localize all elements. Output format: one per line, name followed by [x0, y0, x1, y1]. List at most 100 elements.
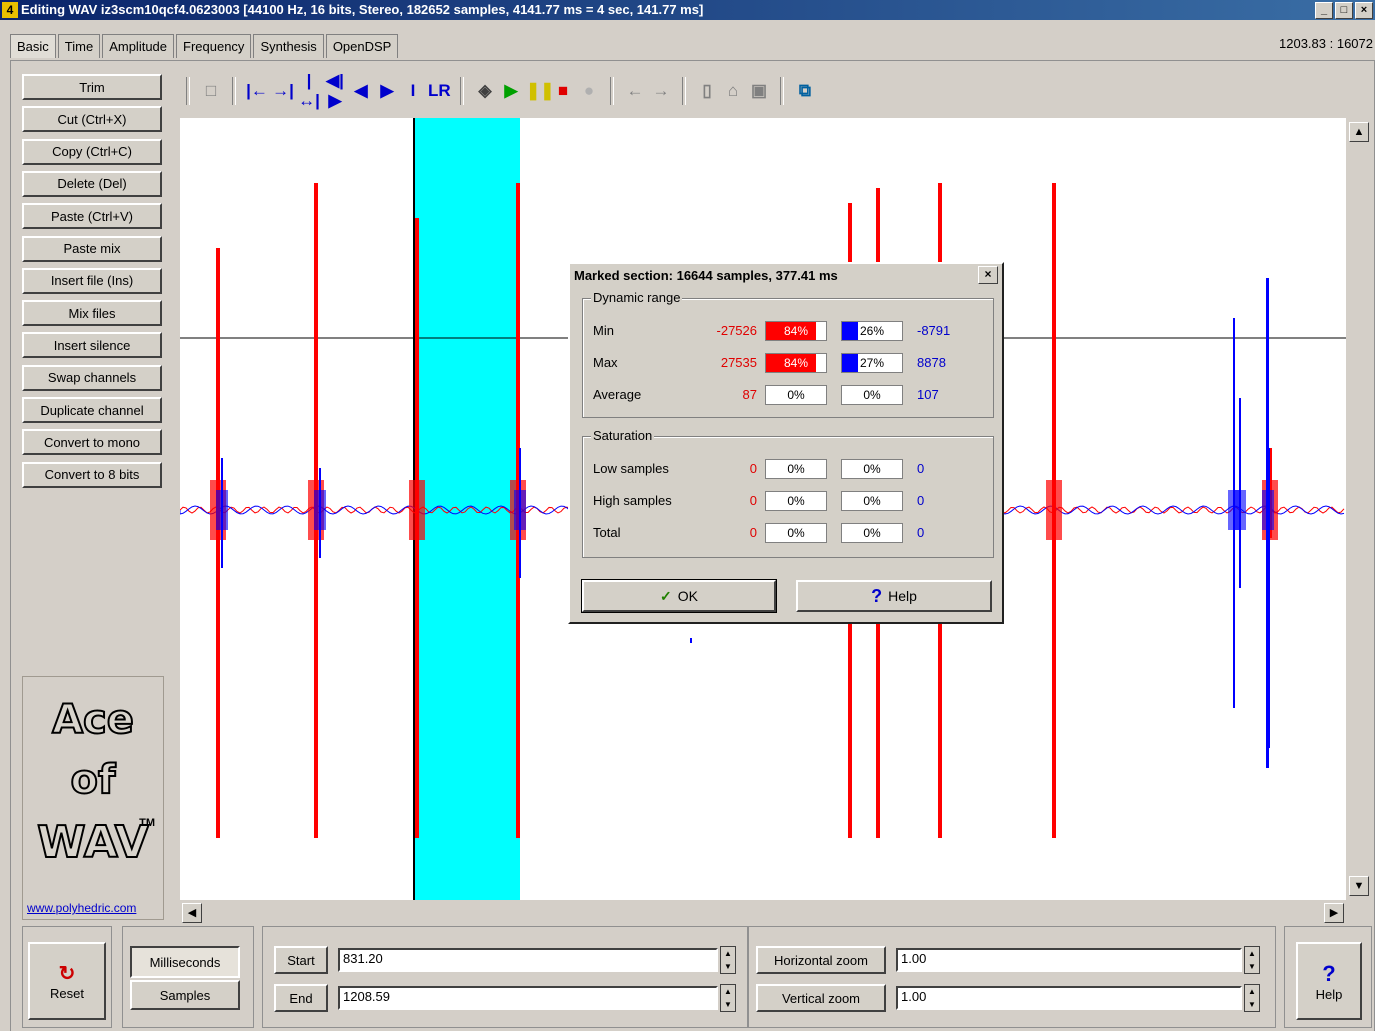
save-file-icon[interactable]: ▣ — [748, 81, 770, 101]
speaker-icon[interactable]: ◈ — [474, 81, 496, 101]
stop-icon[interactable]: ■ — [552, 81, 574, 101]
trim-button[interactable]: Trim — [22, 74, 162, 100]
right-fill — [842, 354, 859, 372]
paste-mix-button[interactable]: Paste mix — [22, 235, 162, 262]
mix-files-button[interactable]: Mix files — [22, 300, 162, 327]
toolbar: □ |← →| |↔| ◀|▶ ◀ ▶ I LR ◈ ▶ ❚❚ ■ ● ← → ▯ ⌂ ▣ ⧉ — [180, 71, 816, 111]
help-icon: ? — [1322, 960, 1336, 986]
cursor-coordinates: 1203.83 : 16072 — [1279, 36, 1373, 51]
dialog-help-button[interactable]: ? Help — [796, 580, 992, 612]
minimize-button[interactable]: _ — [1315, 2, 1333, 19]
left-value: 27535 — [720, 355, 757, 370]
select-all-icon[interactable]: □ — [200, 81, 222, 101]
tab-synthesis[interactable]: Synthesis — [253, 34, 324, 58]
tab-opendsp[interactable]: OpenDSP — [325, 34, 399, 58]
row-label: Low samples — [593, 461, 669, 476]
swap-channels-button[interactable]: Swap channels — [22, 364, 162, 391]
insert-file-button[interactable]: Insert file (Ins) — [22, 267, 162, 294]
prev-marker-icon[interactable]: ◀|▶ — [324, 71, 346, 111]
scroll-left-icon[interactable]: ◀ — [182, 903, 202, 923]
ok-label: OK — [677, 588, 698, 604]
new-file-icon[interactable]: ▯ — [696, 81, 718, 101]
position-group — [262, 926, 748, 1028]
save-as-icon[interactable]: ⧉ — [794, 81, 816, 101]
website-link[interactable]: www.polyhedric.com — [27, 901, 136, 915]
right-percent-bar: 0% — [841, 459, 903, 479]
milliseconds-button[interactable]: Milliseconds — [130, 946, 240, 978]
left-value: 0 — [749, 493, 757, 508]
right-percent-bar: 26% — [841, 321, 903, 341]
go-marker-end-icon[interactable]: |↔| — [298, 71, 320, 111]
right-percent: 26% — [859, 324, 885, 338]
undo-icon[interactable]: ← — [624, 81, 646, 101]
record-icon[interactable]: ● — [578, 81, 600, 101]
horizontal-zoom-button[interactable]: Horizontal zoom — [756, 946, 886, 974]
horizontal-scrollbar[interactable]: ◀ ▶ — [180, 903, 1346, 923]
right-value: 0 — [917, 493, 925, 508]
vertical-scrollbar[interactable]: ▲ ▼ — [1348, 118, 1370, 900]
pause-icon[interactable]: ❚❚ — [526, 81, 555, 101]
blue-transient-body — [1228, 490, 1240, 530]
duplicate-channel-button[interactable]: Duplicate channel — [22, 397, 162, 423]
row-label: Max — [593, 355, 618, 370]
editor-window: 4 Editing WAV iz3scm10qcf4.0623003 [44100… — [0, 0, 1375, 1031]
right-percent: 0% — [863, 388, 881, 402]
samples-button[interactable]: Samples — [130, 980, 240, 1010]
blue-transient-body — [216, 490, 228, 530]
start-button[interactable]: Start — [274, 946, 328, 974]
end-spinner[interactable]: ▲ ▼ — [720, 984, 736, 1012]
tab-amplitude[interactable]: Amplitude — [102, 34, 175, 58]
blue-transient — [690, 638, 692, 643]
saturation-group: Saturation Low samples 0 0% 0% 0 High samples… — [582, 428, 994, 558]
convert-to-8-bits-button[interactable]: Convert to 8 bits — [22, 461, 162, 488]
scroll-down-icon[interactable]: ▼ — [1349, 876, 1369, 896]
scroll-up-icon[interactable]: ▲ — [1349, 122, 1369, 142]
tab-time[interactable]: Time — [57, 34, 101, 58]
step-back-icon[interactable]: ▶ — [376, 81, 398, 101]
window-title: Editing WAV iz3scm10qcf4.0623003 [44100 … — [21, 2, 704, 17]
dialog-close-icon[interactable]: × — [978, 266, 998, 284]
reset-button[interactable]: ↻ Reset — [28, 942, 106, 1020]
row-label: Average — [593, 387, 642, 402]
reset-icon: ↻ — [58, 963, 76, 985]
close-button[interactable]: × — [1355, 2, 1373, 19]
go-start-icon[interactable]: |← — [246, 81, 268, 101]
start-field[interactable]: 831.20 — [338, 948, 718, 972]
left-percent: 0% — [787, 462, 805, 476]
insert-silence-button[interactable]: Insert silence — [22, 332, 162, 359]
play-icon[interactable]: ▶ — [500, 81, 522, 101]
vertical-zoom-spinner[interactable]: ▲ ▼ — [1244, 984, 1260, 1012]
blue-peak-tail — [1268, 448, 1270, 748]
convert-to-mono-button[interactable]: Convert to mono — [22, 429, 162, 456]
horizontal-zoom-spinner[interactable]: ▲ ▼ — [1244, 946, 1260, 974]
toolbar-separator — [780, 77, 784, 105]
delete-button[interactable]: Delete (Del) — [22, 170, 162, 197]
cut-button[interactable]: Cut (Ctrl+X) — [22, 106, 162, 133]
paste-button[interactable]: Paste (Ctrl+V) — [22, 203, 162, 230]
blue-transient-body — [514, 490, 526, 530]
end-button[interactable]: End — [274, 984, 328, 1012]
play-marked-icon[interactable]: ◀ — [350, 81, 372, 101]
start-spinner[interactable]: ▲ ▼ — [720, 946, 736, 974]
tab-frequency[interactable]: Frequency — [176, 34, 252, 58]
help-button[interactable]: ? Help — [1296, 942, 1362, 1020]
scroll-right-icon[interactable]: ▶ — [1324, 903, 1344, 923]
ace-of-wav-logo: Ace of WAV TM www.polyhedric.com — [22, 676, 164, 920]
horizontal-zoom-field[interactable]: 1.00 — [896, 948, 1242, 972]
toolbar-separator — [460, 77, 464, 105]
cursor-icon[interactable]: LR — [428, 81, 451, 101]
left-percent-bar: 84% — [765, 353, 827, 373]
maximize-button[interactable]: □ — [1335, 2, 1353, 19]
copy-button[interactable]: Copy (Ctrl+C) — [22, 138, 162, 165]
tab-basic[interactable]: Basic — [10, 34, 56, 58]
go-marker-start-icon[interactable]: →| — [272, 81, 294, 101]
right-value: 0 — [917, 525, 925, 540]
step-forward-icon[interactable]: I — [402, 81, 424, 101]
vertical-zoom-button[interactable]: Vertical zoom — [756, 984, 886, 1012]
toolbar-separator — [610, 77, 614, 105]
end-field[interactable]: 1208.59 — [338, 986, 718, 1010]
vertical-zoom-field[interactable]: 1.00 — [896, 986, 1242, 1010]
ok-button[interactable]: ✓ OK — [581, 579, 777, 613]
redo-icon[interactable]: → — [650, 81, 672, 101]
open-file-icon[interactable]: ⌂ — [722, 81, 744, 101]
